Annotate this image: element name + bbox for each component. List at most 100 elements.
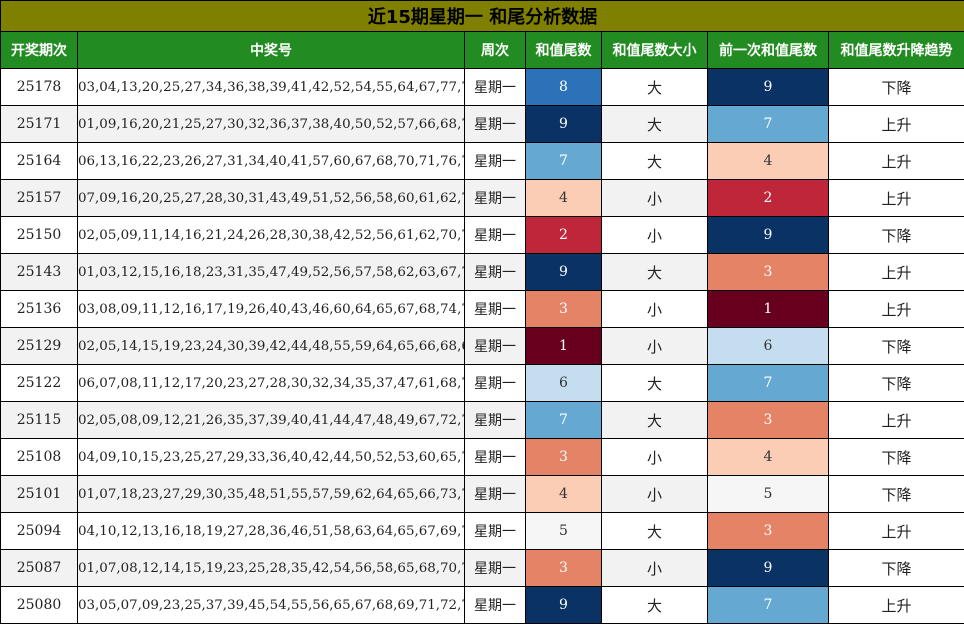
period-cell: 25101 [1,476,78,513]
tail-size-cell: 大 [602,513,708,550]
table-row: 2513603,08,09,11,12,16,17,19,26,40,43,46… [1,291,964,328]
header-prev-tail: 前一次和值尾数 [708,32,829,69]
prev-tail-cell: 3 [708,402,829,439]
tail-size-cell: 小 [602,328,708,365]
weekday-cell: 星期一 [465,217,526,254]
tail-size-cell: 大 [602,143,708,180]
tail-size-cell: 小 [602,180,708,217]
table-title: 近15期星期一 和尾分析数据 [1,1,964,32]
period-cell: 25164 [1,143,78,180]
numbers-cell: 07,09,16,20,25,27,28,30,31,43,49,51,52,5… [78,180,465,217]
tail-analysis-table: 近15期星期一 和尾分析数据 开奖期次 中奖号 周次 和值尾数 和值尾数大小 前… [0,0,964,624]
prev-tail-cell: 9 [708,69,829,106]
tail-cell: 6 [526,365,602,402]
weekday-cell: 星期一 [465,439,526,476]
numbers-cell: 01,07,08,12,14,15,19,23,25,28,35,42,54,5… [78,550,465,587]
weekday-cell: 星期一 [465,180,526,217]
numbers-cell: 03,08,09,11,12,16,17,19,26,40,43,46,60,6… [78,291,465,328]
numbers-cell: 03,04,13,20,25,27,34,36,38,39,41,42,52,5… [78,69,465,106]
table-row: 2508003,05,07,09,23,25,37,39,45,54,55,56… [1,587,964,624]
prev-tail-cell: 5 [708,476,829,513]
trend-cell: 上升 [829,513,964,550]
tail-cell: 4 [526,476,602,513]
tail-size-cell: 大 [602,106,708,143]
tail-cell: 3 [526,291,602,328]
table-row: 2510101,07,18,23,27,29,30,35,48,51,55,57… [1,476,964,513]
numbers-cell: 04,09,10,15,23,25,27,29,33,36,40,42,44,5… [78,439,465,476]
table-row: 2512206,07,08,11,12,17,20,23,27,28,30,32… [1,365,964,402]
tail-size-cell: 小 [602,439,708,476]
weekday-cell: 星期一 [465,513,526,550]
weekday-cell: 星期一 [465,143,526,180]
trend-cell: 下降 [829,328,964,365]
period-cell: 25136 [1,291,78,328]
prev-tail-cell: 1 [708,291,829,328]
table-row: 2510804,09,10,15,23,25,27,29,33,36,40,42… [1,439,964,476]
header-tail: 和值尾数 [526,32,602,69]
header-trend: 和值尾数升降趋势 [829,32,964,69]
tail-cell: 3 [526,439,602,476]
period-cell: 25108 [1,439,78,476]
tail-size-cell: 小 [602,291,708,328]
tail-cell: 3 [526,550,602,587]
prev-tail-cell: 9 [708,550,829,587]
prev-tail-cell: 6 [708,328,829,365]
numbers-cell: 04,10,12,13,16,18,19,27,28,36,46,51,58,6… [78,513,465,550]
table-row: 2517101,09,16,20,21,25,27,30,32,36,37,38… [1,106,964,143]
prev-tail-cell: 3 [708,254,829,291]
table-row: 2515707,09,16,20,25,27,28,30,31,43,49,51… [1,180,964,217]
prev-tail-cell: 7 [708,365,829,402]
numbers-cell: 01,09,16,20,21,25,27,30,32,36,37,38,40,5… [78,106,465,143]
header-numbers: 中奖号 [78,32,465,69]
numbers-cell: 01,07,18,23,27,29,30,35,48,51,55,57,59,6… [78,476,465,513]
table-row: 2512902,05,14,15,19,23,24,30,39,42,44,48… [1,328,964,365]
weekday-cell: 星期一 [465,365,526,402]
tail-cell: 2 [526,217,602,254]
numbers-cell: 06,13,16,22,23,26,27,31,34,40,41,57,60,6… [78,143,465,180]
tail-cell: 8 [526,69,602,106]
analysis-table-container: 近15期星期一 和尾分析数据 开奖期次 中奖号 周次 和值尾数 和值尾数大小 前… [0,0,964,622]
trend-cell: 上升 [829,143,964,180]
tail-size-cell: 小 [602,476,708,513]
tail-size-cell: 大 [602,587,708,624]
period-cell: 25143 [1,254,78,291]
table-row: 2516406,13,16,22,23,26,27,31,34,40,41,57… [1,143,964,180]
weekday-cell: 星期一 [465,106,526,143]
trend-cell: 上升 [829,180,964,217]
trend-cell: 下降 [829,439,964,476]
table-row: 2509404,10,12,13,16,18,19,27,28,36,46,51… [1,513,964,550]
tail-cell: 7 [526,402,602,439]
tail-cell: 9 [526,587,602,624]
weekday-cell: 星期一 [465,402,526,439]
numbers-cell: 06,07,08,11,12,17,20,23,27,28,30,32,34,3… [78,365,465,402]
tail-cell: 5 [526,513,602,550]
tail-cell: 7 [526,143,602,180]
weekday-cell: 星期一 [465,291,526,328]
numbers-cell: 01,03,12,15,16,18,23,31,35,47,49,52,56,5… [78,254,465,291]
table-row: 2517803,04,13,20,25,27,34,36,38,39,41,42… [1,69,964,106]
numbers-cell: 02,05,09,11,14,16,21,24,26,28,30,38,42,5… [78,217,465,254]
prev-tail-cell: 4 [708,143,829,180]
period-cell: 25080 [1,587,78,624]
trend-cell: 下降 [829,217,964,254]
period-cell: 25087 [1,550,78,587]
trend-cell: 上升 [829,402,964,439]
numbers-cell: 03,05,07,09,23,25,37,39,45,54,55,56,65,6… [78,587,465,624]
tail-size-cell: 大 [602,402,708,439]
table-row: 2511502,05,08,09,12,21,26,35,37,39,40,41… [1,402,964,439]
period-cell: 25122 [1,365,78,402]
period-cell: 25129 [1,328,78,365]
tail-size-cell: 小 [602,550,708,587]
prev-tail-cell: 4 [708,439,829,476]
weekday-cell: 星期一 [465,476,526,513]
trend-cell: 上升 [829,587,964,624]
tail-size-cell: 小 [602,217,708,254]
weekday-cell: 星期一 [465,328,526,365]
numbers-cell: 02,05,14,15,19,23,24,30,39,42,44,48,55,5… [78,328,465,365]
period-cell: 25094 [1,513,78,550]
trend-cell: 下降 [829,476,964,513]
prev-tail-cell: 3 [708,513,829,550]
table-body: 2 5 1 7 8 03,04,13,20,25,27,34,36,38,39,41,42… [1,69,964,624]
prev-tail-cell: 7 [708,106,829,143]
prev-tail-cell: 9 [708,217,829,254]
